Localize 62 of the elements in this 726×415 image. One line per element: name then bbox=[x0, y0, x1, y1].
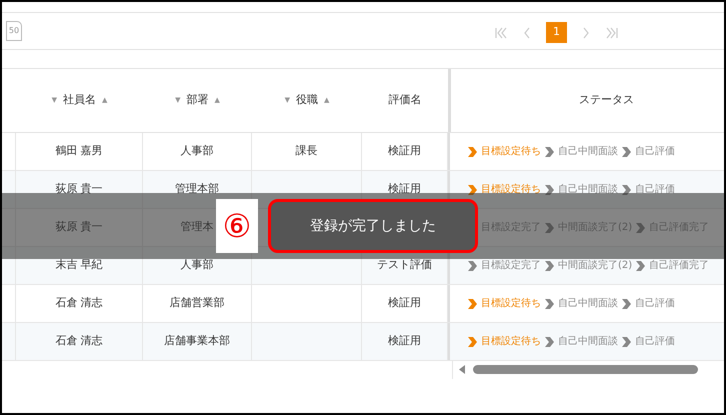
scrollbar-thumb[interactable] bbox=[473, 365, 698, 374]
page-size-icon[interactable]: 50 bbox=[6, 21, 22, 41]
column-header: ステータス bbox=[579, 92, 634, 108]
status-step: 目標設定待ち bbox=[481, 296, 541, 311]
status-step: 自己中間面談 bbox=[558, 144, 618, 159]
table-cell-text: 検証用 bbox=[388, 143, 421, 160]
status-step: 自己評価 bbox=[635, 144, 675, 159]
toast-message: 登録が完了しました bbox=[268, 199, 478, 253]
status-step: 自己評価 bbox=[635, 182, 675, 197]
table-cell-text: 石倉 清志 bbox=[55, 295, 103, 312]
chevron-icon bbox=[468, 336, 477, 346]
page-button[interactable]: 1 bbox=[546, 22, 567, 43]
table-cell-text: 末吉 早紀 bbox=[55, 257, 103, 274]
status-step: 自己評価 bbox=[635, 296, 675, 311]
chevron-icon bbox=[468, 184, 477, 194]
table-cell-text: 人事部 bbox=[180, 143, 214, 160]
chevron-icon bbox=[622, 298, 631, 308]
table-cell-text: 荻原 貴一 bbox=[55, 219, 103, 236]
step-number: ⑥ bbox=[216, 199, 258, 253]
status-step: 自己中間面談 bbox=[558, 334, 618, 349]
status-step: 目標設定待ち bbox=[481, 182, 541, 197]
table-cell-text: 店舗事業本部 bbox=[164, 333, 230, 350]
table-cell-text: 管理本 bbox=[180, 219, 214, 236]
chevron-icon bbox=[636, 222, 646, 232]
chevron-icon bbox=[545, 260, 554, 270]
status-step: 目標設定完了 bbox=[481, 258, 541, 273]
table-cell-text: 鶴田 嘉男 bbox=[55, 143, 103, 160]
chevron-icon bbox=[545, 298, 554, 308]
chevron-icon bbox=[622, 146, 631, 156]
first-page-icon[interactable] bbox=[494, 26, 508, 38]
status-step: 自己評価 bbox=[635, 334, 675, 349]
chevron-icon bbox=[468, 298, 477, 308]
status-step: 目標設定待ち bbox=[481, 144, 541, 159]
chevron-icon bbox=[622, 336, 631, 346]
status-step: 中間面談完了(2) bbox=[558, 258, 632, 273]
chevron-icon bbox=[545, 336, 554, 346]
column-header: 役職 bbox=[296, 92, 318, 108]
table-cell-text: 石倉 清志 bbox=[55, 333, 103, 350]
table-cell-text: 課長 bbox=[296, 143, 318, 160]
chevron-icon bbox=[545, 146, 554, 156]
table-cell-text: 人事部 bbox=[180, 257, 214, 274]
table-cell-text: 検証用 bbox=[388, 333, 421, 350]
table-cell-text: 荻原 貴一 bbox=[55, 181, 103, 198]
status-step: 自己評価完了 bbox=[649, 258, 710, 273]
chevron-icon bbox=[622, 184, 631, 194]
table-cell-text: 管理本部 bbox=[175, 181, 219, 198]
table-cell-text: 店舗営業部 bbox=[170, 295, 224, 312]
chevron-icon bbox=[468, 260, 477, 270]
column-header: 評価名 bbox=[388, 92, 422, 108]
column-header: 社員名 bbox=[63, 92, 96, 108]
chevron-icon bbox=[468, 146, 477, 156]
status-step: 自己中間面談 bbox=[558, 296, 618, 311]
chevron-icon bbox=[636, 260, 646, 270]
status-step: 自己中間面談 bbox=[558, 182, 618, 197]
table-cell-text: 検証用 bbox=[388, 181, 421, 198]
table-cell-text: テスト評価 bbox=[377, 257, 432, 274]
last-page-icon[interactable] bbox=[605, 26, 619, 38]
chevron-icon bbox=[545, 222, 554, 232]
column-header: 部署 bbox=[186, 92, 208, 108]
status-step: 目標設定待ち bbox=[481, 334, 541, 349]
table-cell-text: 検証用 bbox=[388, 295, 421, 312]
chevron-icon bbox=[545, 184, 554, 194]
